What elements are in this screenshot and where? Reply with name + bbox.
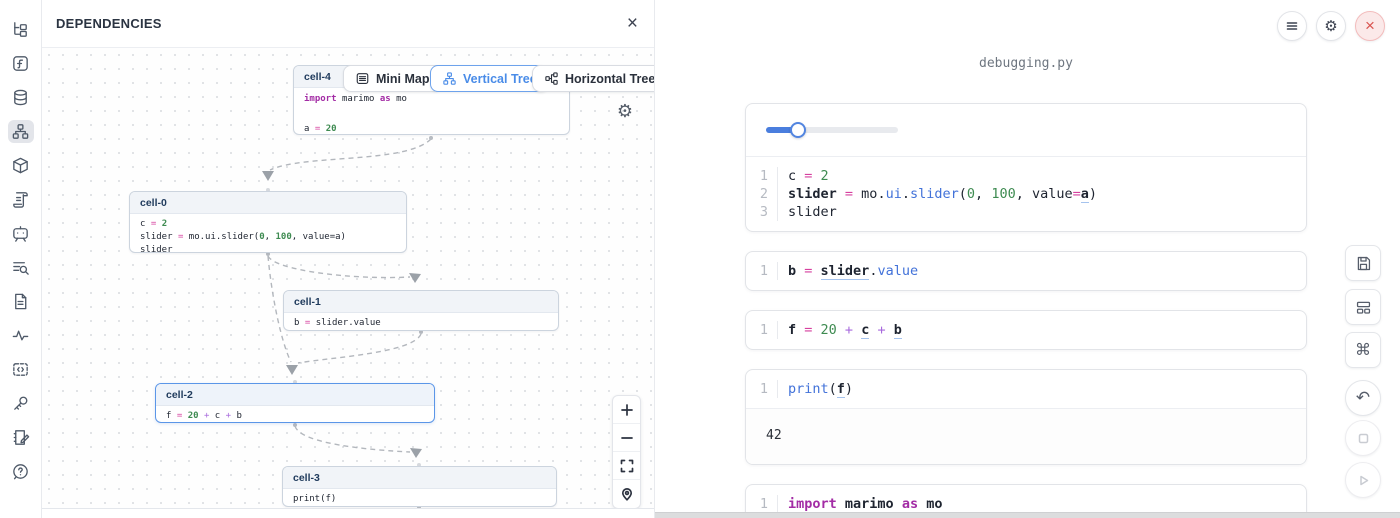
run-button[interactable] [1345,462,1381,498]
node-title: cell-1 [284,291,558,313]
notebook-settings-button[interactable]: ⚙ [1316,11,1346,41]
undo-button[interactable]: ↶ [1345,380,1381,416]
left-icon-rail [0,0,42,518]
notebook-cell-print: 1print(f) 42 [745,369,1307,465]
node-code: b = slider.value [284,313,558,331]
help-icon[interactable] [8,460,34,483]
search-list-icon[interactable] [8,256,34,279]
stop-icon [1356,431,1371,446]
marimo-app: DEPENDENCIES × [0,0,1400,518]
layout-icon [1355,299,1372,316]
locate-node-button[interactable] [613,480,640,508]
horizontal-tree-label: Horizontal Tree [565,72,654,86]
line-number: 2 [746,185,778,203]
graph-node-cell-2[interactable]: cell-2 f = 20 + c + b [155,383,435,423]
script-icon[interactable] [8,188,34,211]
node-title: cell-3 [283,467,556,489]
slider-widget[interactable] [766,122,898,138]
notebook-cells: 1c = 22slider = mo.ui.slider(0, 100, val… [745,103,1307,518]
node-code: c = 2slider = mo.ui.slider(0, 100, value… [130,214,406,253]
line-number: 1 [746,495,778,513]
access-key-icon[interactable] [8,392,34,415]
package-icon[interactable] [8,154,34,177]
line-number: 3 [746,203,778,221]
horizontal-tree-icon [544,71,559,86]
file-tree-icon[interactable] [8,18,34,41]
keyboard-shortcuts-button[interactable]: ⌘ [1345,332,1381,368]
chat-bot-icon[interactable] [8,222,34,245]
notebook-cell-b: 1b = slider.value [745,251,1307,291]
shutdown-button[interactable]: × [1355,11,1385,41]
play-icon [1356,473,1371,488]
close-panel-icon[interactable]: × [627,14,638,33]
dependencies-header: DEPENDENCIES × [42,0,654,48]
notebook-cell-f: 1f = 20 + c + b [745,310,1307,350]
cell-output [746,104,1306,157]
fit-view-button[interactable] [613,452,640,480]
code-editor[interactable]: 1c = 22slider = mo.ui.slider(0, 100, val… [746,157,1306,231]
node-code: import marimo as mo a = 20 [294,88,569,135]
notebook-area: ⚙ × debugging.py 1c = 22slider = mo.ui.s… [655,0,1400,518]
save-icon [1355,255,1372,272]
database-icon[interactable] [8,86,34,109]
vertical-tree-icon [442,71,457,86]
code-editor[interactable]: 1f = 20 + c + b [746,311,1306,349]
function-icon[interactable] [8,52,34,75]
mini-map-icon [355,71,370,86]
undo-icon: ↶ [1356,388,1370,408]
graph-node-cell-0[interactable]: cell-0 c = 2slider = mo.ui.slider(0, 100… [129,191,407,253]
graph-node-cell-3[interactable]: cell-3 print(f) [282,466,557,507]
notebook-edit-icon[interactable] [8,426,34,449]
close-icon: × [1365,16,1375,36]
zoom-in-button[interactable] [613,396,640,424]
menu-button[interactable] [1277,11,1307,41]
code-block-icon[interactable] [8,358,34,381]
zoom-out-button[interactable] [613,424,640,452]
gear-icon: ⚙ [1324,17,1337,35]
command-icon: ⌘ [1355,340,1371,360]
code-editor[interactable]: 1print(f) [746,370,1306,408]
panel-title: DEPENDENCIES [56,16,162,31]
horizontal-tree-button[interactable]: Horizontal Tree [532,65,654,92]
mini-map-button[interactable]: Mini Map [343,65,441,92]
dependency-graph-canvas[interactable]: cell-4 import marimo as mo a = 20 cell-0… [42,48,654,509]
code-editor[interactable]: 1b = slider.value [746,252,1306,290]
bottom-scrollbar[interactable] [655,512,1400,518]
graph-zoom-controls [612,395,641,509]
line-number: 1 [746,380,778,398]
save-button[interactable] [1345,245,1381,281]
node-code: print(f) [283,489,556,507]
activity-icon[interactable] [8,324,34,347]
line-number: 1 [746,167,778,185]
mini-map-label: Mini Map [376,72,429,86]
vertical-tree-label: Vertical Tree [463,72,537,86]
vertical-tree-button[interactable]: Vertical Tree [430,65,549,92]
document-icon[interactable] [8,290,34,313]
graph-node-cell-1[interactable]: cell-1 b = slider.value [283,290,559,331]
slider-thumb[interactable] [790,122,806,138]
dependencies-panel: DEPENDENCIES × [42,0,655,518]
node-code: f = 20 + c + b [156,406,434,423]
notebook-filename: debugging.py [745,56,1307,71]
hamburger-icon [1285,19,1299,33]
cell-output: 42 [746,408,1306,464]
line-number: 1 [746,321,778,339]
notebook-cell-slider: 1c = 22slider = mo.ui.slider(0, 100, val… [745,103,1307,232]
node-title: cell-2 [156,384,434,406]
graph-settings-gear-icon[interactable]: ⚙ [614,100,636,122]
stop-button[interactable] [1345,420,1381,456]
dependency-graph-icon[interactable] [8,120,34,143]
node-title: cell-0 [130,192,406,214]
layout-toggle-button[interactable] [1345,289,1381,325]
line-number: 1 [746,262,778,280]
